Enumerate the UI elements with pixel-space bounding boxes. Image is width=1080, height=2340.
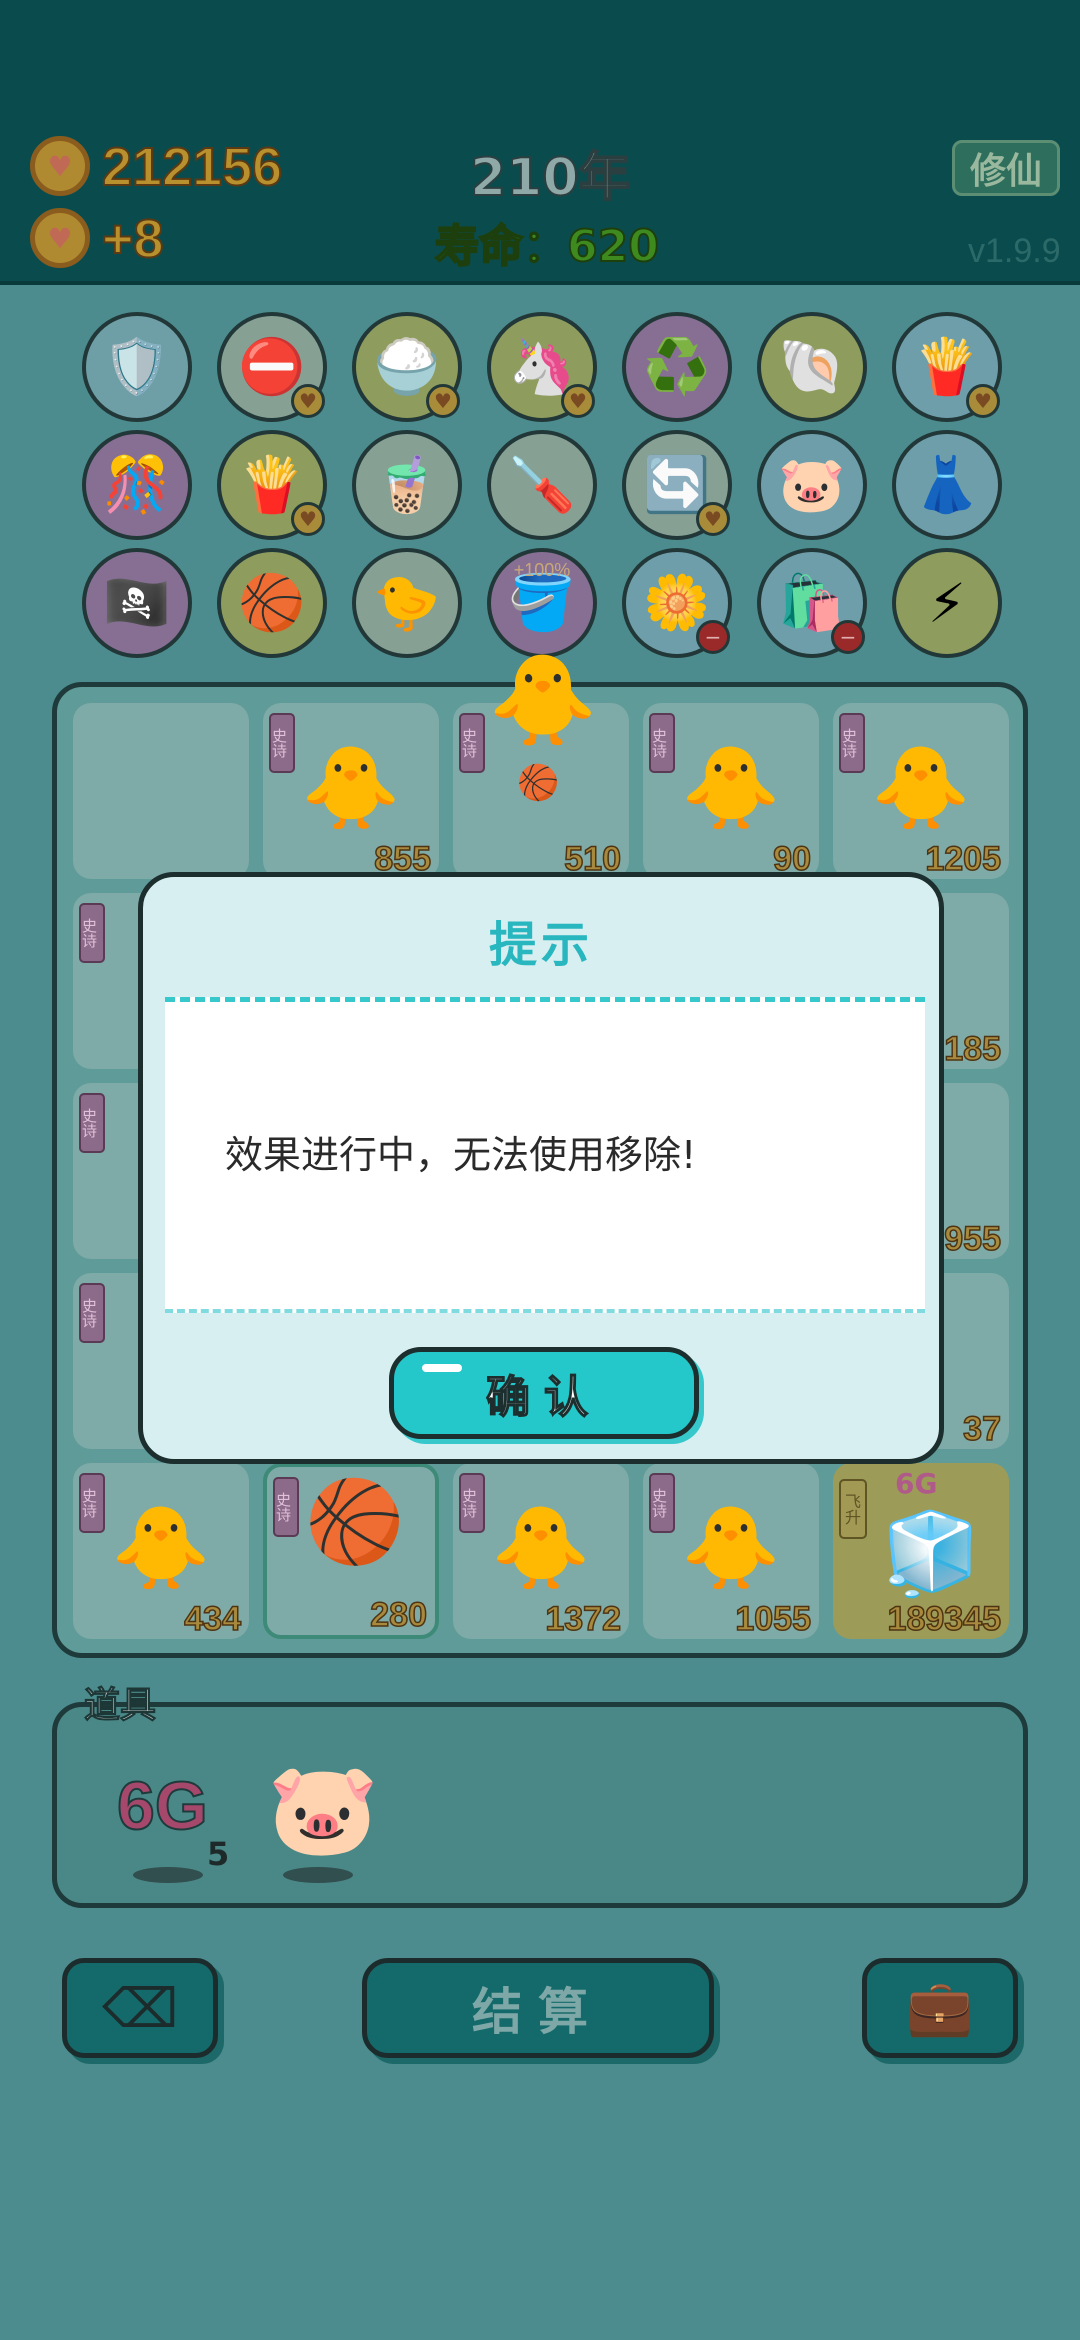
dialog-body: 效果进行中，无法使用移除! xyxy=(165,997,925,1313)
confirm-button[interactable]: 确认 xyxy=(389,1347,699,1439)
dialog-title: 提示 xyxy=(488,917,593,973)
dialog-message: 效果进行中，无法使用移除! xyxy=(225,1133,697,1177)
alert-dialog: 提示 效果进行中，无法使用移除! 确认 xyxy=(138,872,944,1464)
